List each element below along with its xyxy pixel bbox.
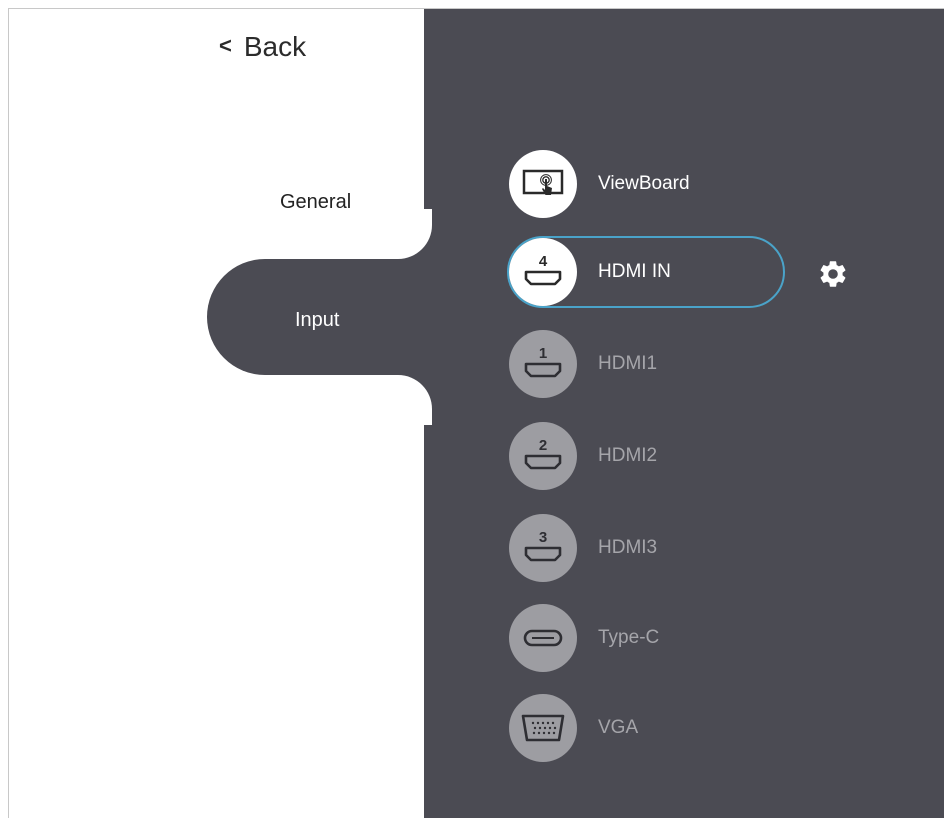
port-number: 4	[539, 253, 548, 270]
source-label: HDMI2	[598, 445, 658, 466]
nav-item-general[interactable]: General	[280, 191, 351, 214]
vga-port-icon	[509, 694, 577, 762]
hdmi-port-icon: 1	[509, 330, 577, 398]
source-label: HDMI3	[598, 537, 658, 558]
source-viewboard[interactable]: ViewBoard	[509, 149, 809, 219]
chevron-left-icon: <	[219, 33, 232, 58]
source-hdmi1[interactable]: 1 HDMI1	[509, 329, 809, 399]
source-label: HDMI1	[598, 353, 658, 374]
port-number: 2	[539, 437, 547, 454]
gear-icon	[820, 261, 846, 287]
source-hdmi3[interactable]: 3 HDMI3	[509, 513, 809, 583]
source-hdmi2[interactable]: 2 HDMI2	[509, 421, 809, 491]
back-button[interactable]: < Back	[219, 31, 306, 63]
port-number: 3	[539, 529, 547, 546]
app-window: < Back General Input ViewBoard 4 HDMI IN…	[8, 8, 944, 818]
touchscreen-icon	[509, 150, 577, 218]
back-button-label: Back	[243, 31, 307, 62]
settings-nav-panel: < Back General	[9, 9, 424, 818]
nav-item-input[interactable]: Input	[295, 309, 339, 332]
source-label: HDMI IN	[598, 261, 671, 282]
hdmi-port-icon: 4	[509, 238, 577, 306]
source-type-c[interactable]: Type-C	[509, 603, 809, 673]
source-label: Type-C	[598, 627, 660, 648]
source-label: ViewBoard	[598, 173, 690, 194]
port-number: 1	[539, 345, 547, 362]
source-vga[interactable]: VGA	[509, 693, 809, 763]
hdmi-port-icon: 2	[509, 422, 577, 490]
hdmi-port-icon: 3	[509, 514, 577, 582]
source-hdmi-in[interactable]: 4 HDMI IN	[509, 237, 809, 307]
source-label: VGA	[598, 717, 639, 738]
usb-c-port-icon	[509, 604, 577, 672]
source-settings-button[interactable]	[816, 257, 850, 291]
